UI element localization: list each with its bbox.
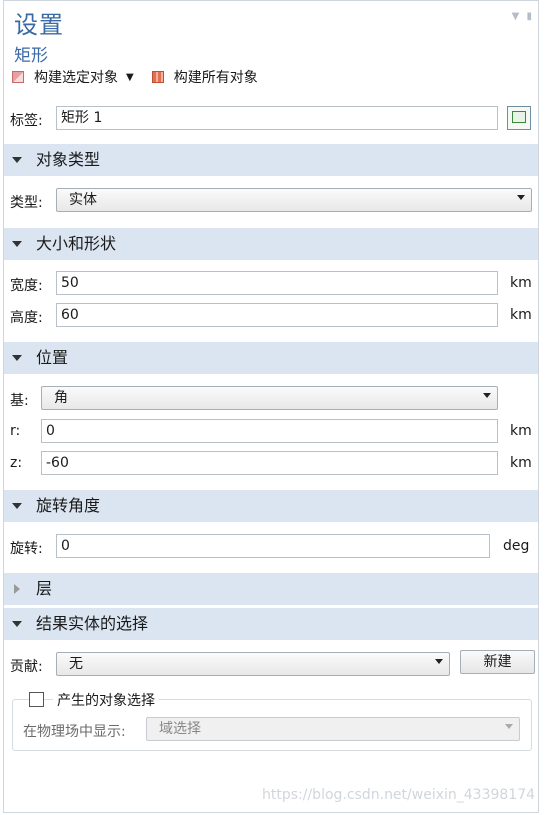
- contribute-select-value: 无: [69, 656, 83, 672]
- chevron-down-icon: [435, 659, 443, 664]
- height-label: 高度:: [10, 310, 43, 326]
- contribute-select[interactable]: 无: [56, 652, 450, 676]
- build-all-button[interactable]: 构建所有对象: [174, 67, 258, 87]
- toolbar: 构建选定对象 ▼ 构建所有对象: [12, 67, 258, 87]
- section-rotation[interactable]: 旋转角度: [4, 490, 538, 522]
- section-layers[interactable]: 层: [4, 573, 538, 605]
- expand-icon: [12, 157, 22, 163]
- base-label: 基:: [10, 393, 29, 409]
- expand-icon: [12, 621, 22, 627]
- width-input[interactable]: 50: [56, 271, 498, 295]
- z-label: z:: [10, 455, 23, 471]
- show-in-physics-value: 域选择: [159, 721, 201, 737]
- build-selected-icon: [12, 71, 24, 83]
- dropdown-icon[interactable]: ▼: [512, 11, 520, 22]
- expand-icon: [12, 355, 22, 361]
- expand-icon: [12, 503, 22, 509]
- chevron-down-icon: [517, 195, 525, 200]
- settings-panel: 设置 矩形 ▼ ▮ 构建选定对象 ▼ 构建所有对象 标签: 矩形 1 对象类型 …: [3, 0, 539, 813]
- height-input[interactable]: 60: [56, 303, 498, 327]
- section-title: 结果实体的选择: [36, 614, 149, 633]
- chevron-down-icon: [483, 393, 491, 398]
- contribute-label: 贡献:: [10, 659, 43, 675]
- base-select-value: 角: [54, 390, 68, 406]
- rotation-label: 旋转:: [10, 541, 43, 557]
- expand-icon: [12, 241, 22, 247]
- type-select-value: 实体: [69, 192, 97, 208]
- type-select[interactable]: 实体: [56, 188, 532, 212]
- type-label: 类型:: [10, 195, 43, 211]
- build-selected-button[interactable]: 构建选定对象: [34, 67, 118, 87]
- r-label: r:: [10, 423, 21, 439]
- pin-icon[interactable]: ▮: [526, 11, 532, 22]
- width-label: 宽度:: [10, 278, 43, 294]
- section-selections[interactable]: 结果实体的选择: [4, 608, 538, 640]
- resulting-selection-checkbox[interactable]: [29, 692, 44, 707]
- section-title: 对象类型: [36, 150, 101, 169]
- collapsed-icon: [14, 584, 20, 594]
- section-size-shape[interactable]: 大小和形状: [4, 228, 538, 260]
- build-all-icon: [151, 71, 164, 83]
- resulting-selection-label: 产生的对象选择: [53, 690, 159, 710]
- r-unit: km: [510, 423, 532, 439]
- width-unit: km: [510, 275, 532, 291]
- section-object-type[interactable]: 对象类型: [4, 144, 538, 176]
- section-title: 大小和形状: [36, 234, 117, 253]
- show-in-physics-label: 在物理场中显示:: [23, 724, 126, 740]
- comment-icon[interactable]: [507, 106, 531, 130]
- label-field-label: 标签:: [10, 113, 43, 129]
- rotation-unit: deg: [503, 538, 530, 554]
- rotation-input[interactable]: 0: [56, 534, 490, 558]
- section-position[interactable]: 位置: [4, 342, 538, 374]
- z-input[interactable]: -60: [41, 451, 498, 475]
- show-in-physics-select: 域选择: [146, 717, 520, 741]
- z-unit: km: [510, 455, 532, 471]
- r-input[interactable]: 0: [41, 419, 498, 443]
- label-input[interactable]: 矩形 1: [56, 106, 498, 130]
- chevron-down-icon: [505, 724, 513, 729]
- height-unit: km: [510, 307, 532, 323]
- node-subtitle: 矩形: [14, 46, 48, 66]
- window-controls: ▼ ▮: [512, 11, 532, 22]
- section-title: 位置: [36, 348, 69, 367]
- watermark: https://blog.csdn.net/weixin_43398174: [262, 787, 536, 803]
- resulting-selection-group: 产生的对象选择 在物理场中显示: 域选择: [12, 690, 532, 751]
- build-selected-dropdown-icon[interactable]: ▼: [126, 72, 134, 83]
- page-title: 设置: [14, 11, 64, 39]
- base-select[interactable]: 角: [41, 386, 498, 410]
- section-title: 层: [36, 579, 53, 598]
- section-title: 旋转角度: [36, 496, 101, 515]
- new-button[interactable]: 新建: [460, 650, 535, 674]
